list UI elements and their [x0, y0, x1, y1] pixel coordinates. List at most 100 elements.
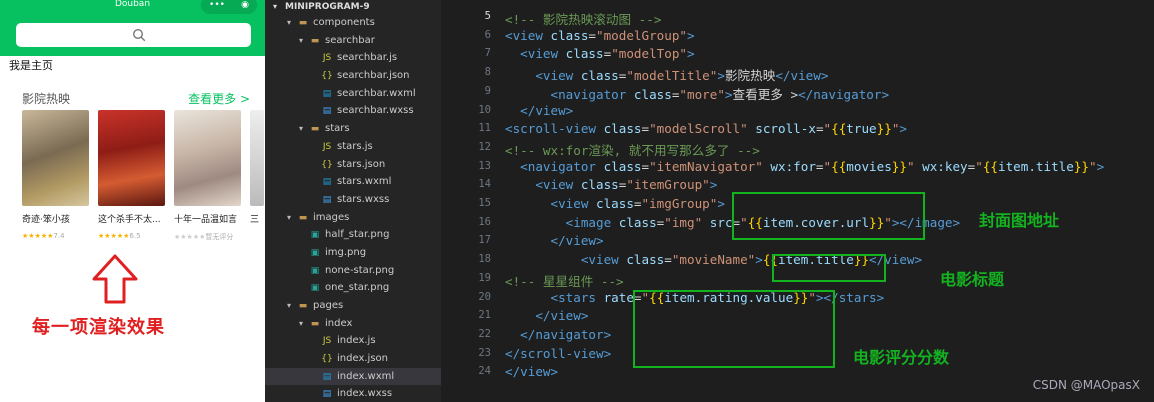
movie-scroll[interactable]: 奇迹·笨小孩 ★★★★★7.4 这个杀手不太... ★★★★★6.5 十年一品温… [22, 110, 265, 242]
code-line[interactable]: <navigator class="itemNavigator" wx:for=… [505, 159, 1104, 174]
folder-item[interactable]: ▾ ▬ searchbar [265, 32, 441, 50]
code-token: <stars [550, 289, 604, 305]
code-line[interactable]: <!-- 星星组件 --> [505, 271, 624, 290]
rating-value: 6.5 [129, 232, 141, 240]
code-token: class [596, 196, 634, 211]
file-item[interactable]: ▤ index.wxss [265, 385, 441, 402]
code-line[interactable]: <!-- 影院热映滚动图 --> [505, 9, 661, 28]
folder-item[interactable]: ▾ ▬ pages [265, 297, 441, 315]
close-circle-icon[interactable]: ◉ [241, 0, 249, 10]
code-line[interactable]: <view class="modelGroup"> [505, 28, 695, 43]
file-item[interactable]: ▤ stars.wxml [265, 173, 441, 191]
code-token: > [755, 252, 763, 268]
folder-icon: ▬ [298, 301, 308, 311]
folder-item[interactable]: ▾ ▬ components [265, 14, 441, 32]
file-item[interactable]: {} index.json [265, 350, 441, 368]
code-token: > [687, 27, 695, 43]
file-item[interactable]: {} searchbar.json [265, 67, 441, 85]
code-line[interactable]: </scroll-view> [505, 346, 611, 361]
code-token: class [565, 46, 604, 62]
code-line[interactable]: <navigator class="more">查看更多 ></navigato… [505, 84, 890, 103]
file-item[interactable]: ▤ searchbar.wxml [265, 85, 441, 103]
code-token: </navigator> [798, 86, 890, 102]
line-number: 14 [478, 178, 491, 191]
code-token: "imgGroup" [641, 196, 718, 211]
code-editor[interactable]: 5 <!-- 影院热映滚动图 --> 6 <view class="modelGrou… [449, 0, 1154, 402]
chevron-down-icon: ▾ [299, 318, 304, 328]
more-dots-icon[interactable]: ••• [209, 0, 225, 10]
code-line[interactable]: </view> [505, 103, 573, 118]
wxml-icon: ▤ [322, 371, 332, 382]
line-number: 6 [484, 28, 491, 41]
code-line[interactable]: </view> [505, 364, 558, 379]
cover-annotation: 封面图地址 [979, 211, 1060, 230]
file-item[interactable]: ▤ searchbar.wxss [265, 102, 441, 120]
code-line[interactable]: <view class="modelTop"> [505, 46, 694, 62]
code-line[interactable]: </view> [505, 233, 604, 248]
code-token: "itemNavigator" [649, 158, 763, 174]
file-item[interactable]: ▣ img.png [265, 244, 441, 262]
file-item[interactable]: ▤ stars.wxss [265, 191, 441, 209]
more-link[interactable]: 查看更多 > [188, 90, 250, 107]
file-explorer: ▾ MINIPROGRAM-9 ▾ ▬ components ▾ ▬ searchbar JS… [265, 0, 441, 402]
file-label: components [313, 17, 375, 28]
title-highlight-box [772, 254, 886, 282]
folder-item[interactable]: ▾ ▬ images [265, 209, 441, 227]
rating-value: 暂无评分 [205, 233, 234, 241]
file-item[interactable]: JS index.js [265, 332, 441, 350]
code-token: "img" [664, 214, 703, 230]
file-item[interactable]: ▤ index.wxml [265, 367, 441, 386]
code-line[interactable]: <view class="modelTitle">影院热映</view> [505, 65, 828, 84]
chevron-down-icon: ▾ [299, 124, 304, 134]
movie-poster [250, 110, 264, 206]
search-input[interactable] [16, 23, 251, 47]
code-token: <!-- 星星组件 --> [505, 273, 624, 289]
code-token: = [815, 158, 824, 174]
code-token: </view> [775, 68, 829, 84]
rating-stars: ★★★★★ [22, 232, 54, 240]
code-token: wx:for [770, 158, 816, 174]
json-icon: {} [321, 71, 333, 82]
capsule-menu[interactable]: ••• ◉ [201, 0, 257, 14]
file-label: stars [325, 123, 350, 135]
rating-value: 7.4 [53, 232, 65, 240]
code-token: = [641, 121, 650, 137]
png-icon: ▣ [310, 230, 320, 241]
divider [441, 0, 449, 402]
code-line[interactable]: </navigator> [505, 327, 611, 342]
code-token: <scroll-view [505, 121, 604, 137]
code-line[interactable]: <view class="imgGroup"> [505, 196, 725, 211]
file-label: stars.json [337, 158, 386, 170]
code-token: }} [891, 158, 907, 174]
project-header[interactable]: ▾ MINIPROGRAM-9 [265, 0, 441, 14]
folder-item[interactable]: ▾ ▬ stars [265, 120, 441, 138]
file-item[interactable]: JS stars.js [265, 138, 441, 156]
file-item[interactable]: JS searchbar.js [265, 49, 441, 67]
movie-item[interactable]: 这个杀手不太... ★★★★★6.5 [98, 110, 174, 242]
code-token: > [717, 196, 725, 211]
file-item[interactable]: ▣ none-star.png [265, 262, 441, 280]
code-line[interactable]: </view> [505, 308, 588, 323]
movie-rating: ★★★★★6.5 [98, 232, 174, 240]
movie-item[interactable]: 奇迹·笨小孩 ★★★★★7.4 [22, 110, 98, 242]
chevron-down-icon: ▾ [273, 2, 278, 11]
file-tree: ▾ ▬ components ▾ ▬ searchbar JS searchbar.js {} s… [265, 14, 441, 402]
code-line[interactable]: <!-- wx:for渲染, 就不用写那么多了 --> [505, 140, 760, 159]
file-label: stars.wxss [337, 193, 390, 205]
wxml-icon: ▤ [322, 88, 332, 99]
movie-item[interactable]: 三 [250, 110, 265, 242]
code-line[interactable]: <view class="itemGroup"> [505, 177, 717, 192]
folder-item[interactable]: ▾ ▬ index [265, 315, 441, 333]
code-line[interactable]: <scroll-view class="modelScroll" scroll-… [505, 121, 907, 136]
file-label: img.png [325, 246, 367, 258]
file-item[interactable]: {} stars.json [265, 156, 441, 174]
code-token: class [580, 177, 619, 193]
file-item[interactable]: ▣ one_star.png [265, 279, 441, 297]
movie-item[interactable]: 十年一品温如言 ★★★★★暂无评分 [174, 110, 250, 242]
file-item[interactable]: ▣ half_star.png [265, 226, 441, 244]
